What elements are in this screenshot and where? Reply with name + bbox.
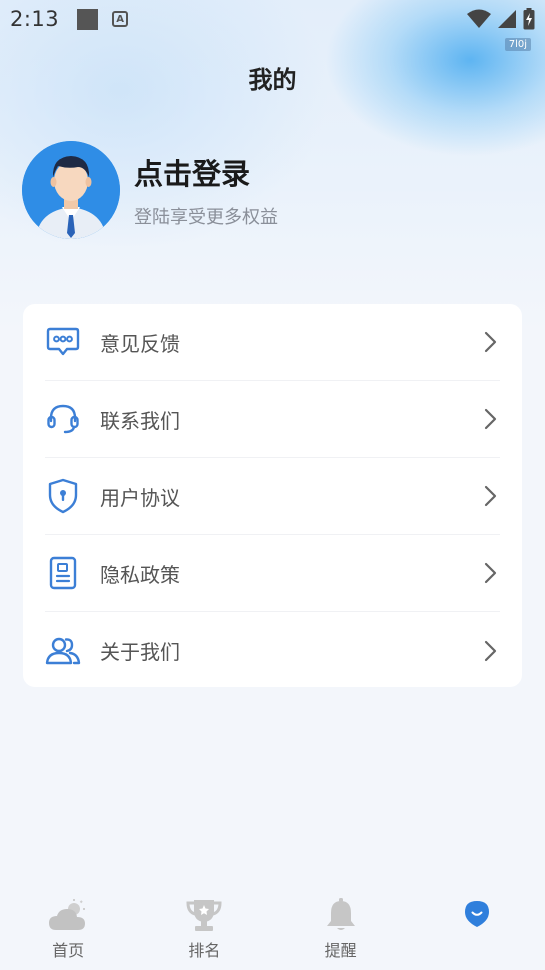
battery-icon [523, 8, 535, 30]
page-title: 我的 [248, 66, 297, 94]
chevron-right-icon [480, 559, 500, 587]
nav-label: 首页 [52, 941, 85, 960]
menu-item-label: 联系我们 [100, 408, 180, 433]
profile-screen: 2:13 A 7l0j 我的 点击登录 登陆享受更多权益 意见反馈 联系我们 用… [0, 0, 545, 970]
chevron-right-icon [480, 637, 500, 665]
menu-item-label: 用户协议 [100, 485, 180, 510]
menu-item-label: 意见反馈 [100, 331, 180, 356]
cloud-sun-icon [48, 895, 88, 935]
chevron-right-icon [480, 405, 500, 433]
bottom-navigation: 首页 排名 提醒 [0, 885, 545, 970]
nav-label: 排名 [188, 941, 221, 960]
notification-square-icon [77, 8, 99, 30]
signal-icon [498, 10, 516, 28]
status-bar: 2:13 A [0, 0, 545, 38]
shield-keyhole-icon [45, 478, 81, 514]
feedback-chat-icon [45, 324, 81, 360]
login-subtitle: 登陆享受更多权益 [134, 207, 278, 228]
menu-item-label: 隐私政策 [100, 562, 180, 587]
nav-tab-reminder[interactable]: 提醒 [273, 885, 409, 970]
wifi-icon [467, 9, 491, 28]
nav-tab-mine[interactable] [409, 885, 545, 970]
nav-tab-home[interactable]: 首页 [0, 885, 136, 970]
login-title[interactable]: 点击登录 [134, 151, 278, 193]
people-icon [45, 633, 81, 669]
avatar[interactable] [22, 141, 120, 239]
profile-text: 点击登录 登陆享受更多权益 [134, 151, 278, 229]
nav-tab-ranking[interactable]: 排名 [136, 885, 272, 970]
menu-item-about-us[interactable]: 关于我们 [45, 612, 500, 689]
status-time: 2:13 [10, 7, 60, 31]
nav-label: 提醒 [324, 941, 357, 960]
chevron-right-icon [480, 482, 500, 510]
headset-icon [45, 401, 81, 437]
bell-icon [321, 895, 361, 935]
trophy-icon [184, 895, 224, 935]
profile-smile-icon [457, 895, 497, 935]
chevron-right-icon [480, 328, 500, 356]
menu-item-user-agreement[interactable]: 用户协议 [45, 458, 500, 535]
settings-menu-card: 意见反馈 联系我们 用户协议 隐私政策 关于我们 [23, 304, 522, 687]
login-profile-block[interactable]: 点击登录 登陆享受更多权益 [22, 141, 278, 239]
menu-item-feedback[interactable]: 意见反馈 [45, 304, 500, 381]
menu-item-privacy-policy[interactable]: 隐私政策 [45, 535, 500, 612]
keyboard-a-icon: A [112, 11, 129, 27]
status-icons [467, 8, 535, 30]
document-icon [45, 555, 81, 591]
menu-item-label: 关于我们 [100, 640, 180, 664]
user-avatar-icon [22, 141, 120, 239]
menu-item-contact[interactable]: 联系我们 [45, 381, 500, 458]
overlay-badge: 7l0j [504, 38, 531, 51]
